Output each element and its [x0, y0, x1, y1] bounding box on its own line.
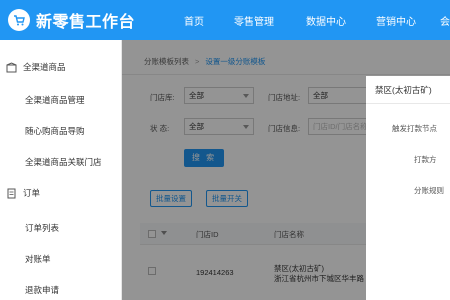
sidebar-item-product-management[interactable]: 全渠道商品管理: [25, 94, 85, 106]
top-header: 新零售工作台 首页 零售管理 数据中心 营销中心 会: [0, 0, 450, 40]
payer-label: 打款方: [414, 155, 437, 164]
app-logo[interactable]: 新零售工作台: [0, 8, 150, 32]
sidebar-group-orders[interactable]: 订单: [0, 180, 40, 206]
nav-retail-management[interactable]: 零售管理: [234, 13, 274, 28]
app-title: 新零售工作台: [36, 14, 136, 31]
side-drawer: 禁区(太初古矿) 触发打款节点 打款方 分账规则: [366, 76, 450, 300]
sidebar-item-statement[interactable]: 对账单: [25, 253, 51, 265]
sidebar-item-order-list[interactable]: 订单列表: [25, 222, 59, 234]
nav-data-center[interactable]: 数据中心: [306, 13, 346, 28]
sidebar-item-product-guide[interactable]: 随心购商品导购: [25, 125, 85, 137]
sidebar-item-refund-requests[interactable]: 退款申请: [25, 284, 59, 296]
split-rule-label: 分账规则: [414, 186, 444, 195]
nav-marketing-center[interactable]: 营销中心: [376, 13, 416, 28]
sidebar-group-label: 全渠道商品: [23, 62, 66, 72]
box-icon: [6, 61, 17, 73]
payment-trigger-label: 触发打款节点: [392, 124, 437, 133]
cart-logo-icon: [8, 9, 30, 31]
sidebar-item-product-stores[interactable]: 全渠道商品关联门店: [25, 156, 102, 168]
sidebar-group-omnichannel-products[interactable]: 全渠道商品: [0, 54, 66, 80]
document-icon: [6, 188, 17, 199]
sidebar-group-label: 订单: [23, 188, 41, 198]
nav-more[interactable]: 会: [440, 13, 450, 28]
nav-home[interactable]: 首页: [184, 13, 204, 28]
drawer-title: 禁区(太初古矿): [366, 76, 450, 104]
sidebar: 全渠道商品 全渠道商品管理 随心购商品导购 全渠道商品关联门店 订单 订单列表 …: [0, 40, 122, 300]
